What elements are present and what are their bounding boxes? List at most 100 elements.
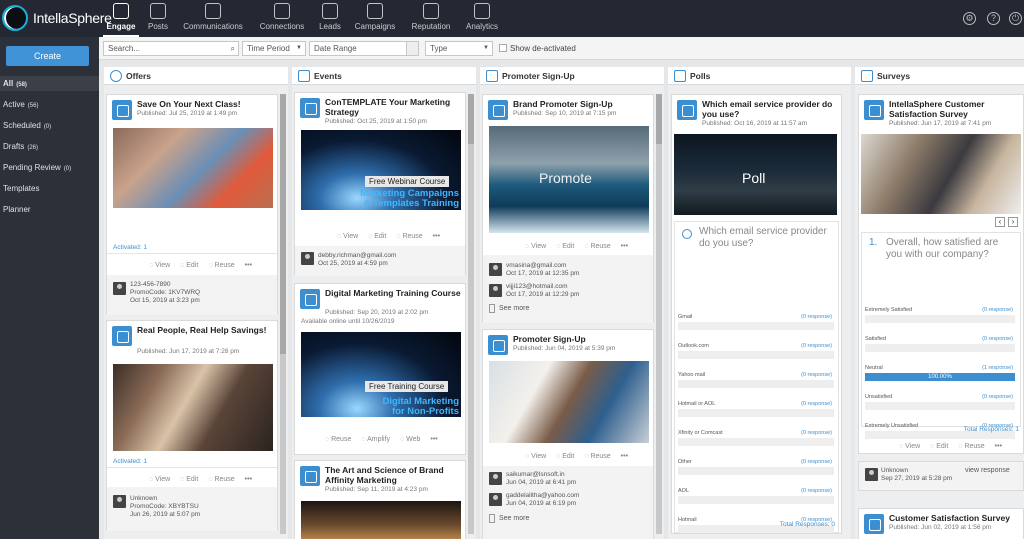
sidebar-item-scheduled[interactable]: Scheduled (0)	[3, 121, 51, 130]
card-title: Customer Satisfaction Survey	[889, 513, 1010, 523]
more-button[interactable]: •••	[995, 443, 1002, 450]
response-entry: gaddelalitha@yahoo.com Jun 04, 2019 at 6:…	[506, 492, 579, 508]
sidebar-label: All	[3, 79, 14, 88]
edit-button[interactable]: Edit	[930, 443, 948, 450]
gear-icon[interactable]: ⚙	[963, 12, 976, 25]
view-response-link[interactable]: view response	[965, 467, 1010, 474]
survey-option-responses: (1 response)	[982, 365, 1013, 371]
more-button[interactable]: •••	[621, 243, 628, 250]
show-deactivated-label: Show de-activated	[510, 44, 576, 53]
survey-card[interactable]: IntellaSphere Customer Satisfaction Surv…	[858, 94, 1024, 454]
scroll-thumb[interactable]	[656, 94, 662, 144]
offer-card[interactable]: Real People, Real Help Savings! Publishe…	[106, 320, 278, 531]
survey-icon	[864, 514, 884, 534]
date-range-input[interactable]: Date Range	[309, 41, 419, 56]
help-icon[interactable]: ?	[987, 12, 1000, 25]
event-card[interactable]: The Art and Science of Brand Affinity Ma…	[294, 460, 466, 539]
edit-button[interactable]: Edit	[556, 243, 574, 250]
prev-arrow-icon[interactable]: ‹	[995, 217, 1005, 227]
survey-option-label: Neutral	[865, 365, 883, 371]
sidebar-item-drafts[interactable]: Drafts (26)	[3, 142, 38, 151]
show-deactivated-checkbox[interactable]	[499, 44, 507, 52]
more-button[interactable]: •••	[430, 436, 437, 443]
more-button[interactable]: •••	[433, 233, 440, 240]
time-period-select[interactable]: Time Period ▼	[242, 41, 306, 56]
scroll-thumb[interactable]	[280, 94, 286, 354]
nav-connections[interactable]: Connections	[254, 0, 310, 37]
nav-engage[interactable]: Engage	[103, 0, 139, 37]
view-button[interactable]: View	[899, 443, 920, 450]
edit-button[interactable]: Edit	[180, 476, 198, 483]
type-select[interactable]: Type ▼	[425, 41, 493, 56]
app-logo[interactable]: IntellaSphere	[2, 5, 112, 31]
banner-title: Digital Marketing for Non-Profits	[349, 397, 459, 417]
next-arrow-icon[interactable]: ›	[1008, 217, 1018, 227]
activated-link[interactable]: Activated: 1	[113, 458, 147, 465]
promoter-card[interactable]: Promoter Sign-Up Published: Jun 04, 2019…	[482, 329, 654, 539]
poll-card[interactable]: Which email service provider do you use?…	[671, 94, 842, 534]
bar-chart-icon	[674, 70, 686, 82]
view-button[interactable]: View	[149, 476, 170, 483]
reuse-button[interactable]: Reuse	[208, 476, 234, 483]
see-more-link[interactable]: See more	[489, 304, 529, 313]
reuse-button[interactable]: Reuse	[396, 233, 422, 240]
scroll-thumb[interactable]	[468, 94, 474, 144]
nav-leads[interactable]: Leads	[315, 0, 345, 37]
sidebar-count: (56)	[27, 103, 39, 109]
calendar-icon	[298, 70, 310, 82]
nav-reputation[interactable]: Reputation	[406, 0, 456, 37]
survey-card[interactable]: Customer Satisfaction Survey Published: …	[858, 508, 1024, 539]
sidebar-label: Planner	[3, 205, 31, 214]
edit-button[interactable]: Edit	[368, 233, 386, 240]
nav-communications[interactable]: Communications	[178, 0, 248, 37]
more-button[interactable]: •••	[621, 453, 628, 460]
sidebar-item-planner[interactable]: Planner	[3, 205, 31, 214]
promoter-scrollbar[interactable]	[656, 94, 662, 534]
offers-scrollbar[interactable]	[280, 94, 286, 534]
sidebar-count: (0)	[43, 124, 52, 130]
sidebar-item-active[interactable]: Active (56)	[3, 100, 38, 109]
more-button[interactable]: •••	[245, 262, 252, 269]
engage-icon	[113, 3, 129, 19]
more-button[interactable]: •••	[245, 476, 252, 483]
search-input[interactable]: Search... ⌕	[103, 41, 239, 56]
promo-code: PromoCode: XBYBTSU	[130, 503, 199, 510]
sidebar-item-pending-review[interactable]: Pending Review (0)	[3, 163, 71, 172]
sidebar-item-all[interactable]: All (58)	[3, 79, 27, 88]
avatar	[113, 282, 126, 295]
events-scrollbar[interactable]	[468, 94, 474, 534]
poll-option-responses: (0 response)	[801, 343, 832, 349]
response-date: Sep 27, 2019 at 5:28 pm	[881, 475, 953, 482]
poll-option-bar	[678, 467, 834, 475]
see-more-link[interactable]: See more	[489, 514, 529, 523]
amplify-button[interactable]: Amplify	[361, 436, 390, 443]
chevron-down-icon: ▼	[483, 45, 489, 51]
offer-card[interactable]: Save On Your Next Class! Published: Jul …	[106, 94, 278, 315]
nav-analytics[interactable]: Analytics	[462, 0, 502, 37]
poll-option-label: Hotmail or AOL	[678, 401, 716, 407]
reuse-button[interactable]: Reuse	[958, 443, 984, 450]
nav-posts[interactable]: Posts	[143, 0, 173, 37]
reuse-button[interactable]: Reuse	[325, 436, 351, 443]
reuse-button[interactable]: Reuse	[584, 243, 610, 250]
create-button[interactable]: Create	[6, 46, 89, 66]
view-button[interactable]: View	[525, 243, 546, 250]
view-button[interactable]: View	[337, 233, 358, 240]
event-card[interactable]: Digital Marketing Training Course Publis…	[294, 283, 466, 455]
nav-campaigns[interactable]: Campaigns	[350, 0, 400, 37]
activated-link[interactable]: Activated: 1	[113, 244, 147, 251]
edit-button[interactable]: Edit	[180, 262, 198, 269]
edit-button[interactable]: Edit	[556, 453, 574, 460]
nav-label: Engage	[106, 22, 136, 31]
view-button[interactable]: View	[149, 262, 170, 269]
web-button[interactable]: Web	[400, 436, 420, 443]
reuse-button[interactable]: Reuse	[584, 453, 610, 460]
power-icon[interactable]: ⏻	[1009, 12, 1022, 25]
sidebar-item-templates[interactable]: Templates	[3, 184, 39, 193]
contact-text: Unknown	[881, 467, 909, 474]
promoter-card[interactable]: Brand Promoter Sign-Up Published: Sep 10…	[482, 94, 654, 323]
view-button[interactable]: View	[525, 453, 546, 460]
calendar-icon[interactable]	[406, 41, 419, 56]
reuse-button[interactable]: Reuse	[208, 262, 234, 269]
event-card[interactable]: ConTEMPLATE Your Marketing Strategy Publ…	[294, 92, 466, 276]
